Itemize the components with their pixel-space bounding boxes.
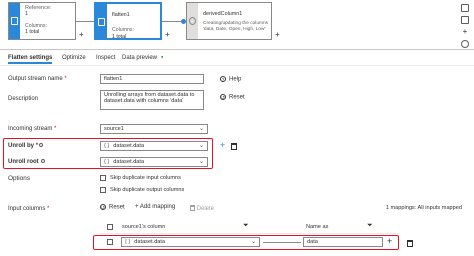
delete-unroll-icon[interactable] <box>231 143 237 150</box>
add-after-derived-icon[interactable]: + <box>275 30 280 39</box>
column-header-source: source1's column <box>122 224 166 230</box>
add-after-flatten-icon[interactable]: + <box>165 30 170 39</box>
plus-icon: + <box>135 204 139 210</box>
canvas-fit-icon[interactable] <box>461 16 469 24</box>
expression-icon: { } <box>104 143 110 149</box>
tab-inspect[interactable]: Inspect <box>96 55 115 61</box>
info-icon <box>39 143 44 147</box>
database-icon <box>11 17 18 25</box>
derived-column-node[interactable]: derivedColumn1 Creating/updating the col… <box>186 2 272 40</box>
tab-optimize[interactable]: Optimize <box>62 55 86 61</box>
column-header-name-as: Name as <box>306 224 329 230</box>
zoom-in-icon[interactable]: + <box>459 28 471 36</box>
tab-data-preview[interactable]: Data preview <box>122 55 157 61</box>
help-link[interactable]: ? Help <box>220 76 241 83</box>
skip-duplicate-output-label: Skip duplicate output columns <box>110 187 185 193</box>
info-icon <box>41 159 46 163</box>
filter-icon[interactable]: ⏷ <box>243 222 249 230</box>
skip-duplicate-input-checkbox[interactable] <box>100 175 106 181</box>
expression-icon: { } <box>125 239 131 245</box>
output-stream-input[interactable]: flatten1 <box>100 74 204 84</box>
derived-column-icon <box>189 17 196 25</box>
delete-row-icon[interactable] <box>407 240 413 247</box>
data-preview-status-dot: ● <box>161 54 164 59</box>
flatten-node[interactable]: flatten1 Columns: 1 total <box>94 2 162 40</box>
input-columns-label: Input columns * <box>8 206 50 212</box>
add-after-source-icon[interactable]: + <box>79 30 84 39</box>
derived-node-title: derivedColumn1 <box>203 11 243 17</box>
description-reset-button[interactable]: ↺ Reset <box>220 94 245 101</box>
row-checkbox[interactable] <box>107 239 113 245</box>
source-node[interactable]: Reference: 1 Columns: 1 total <box>8 2 76 40</box>
expression-icon: { } <box>104 159 110 165</box>
skip-duplicate-input-label: Skip duplicate input columns <box>110 175 181 181</box>
incoming-stream-dropdown[interactable]: source1 ⌄ <box>100 124 208 134</box>
flatten-node-title: flatten1 <box>112 12 130 18</box>
description-input[interactable]: Unrolling arrays from dataset.data to da… <box>100 90 204 110</box>
add-unroll-icon[interactable]: + <box>220 140 225 150</box>
delete-mapping-button[interactable]: Delete <box>190 204 214 212</box>
canvas-toolbar: + <box>459 4 471 52</box>
flatten-icon <box>98 18 105 26</box>
flatten-node-stripe <box>96 4 107 38</box>
chevron-down-icon: ⌄ <box>198 126 204 132</box>
unroll-by-label: Unroll by * <box>8 143 44 149</box>
derived-node-desc: Creating/updating the columns 'data, Dat… <box>203 21 269 32</box>
source-node-columns-value: 1 total <box>25 29 40 36</box>
skip-duplicate-output-checkbox[interactable] <box>100 187 106 193</box>
source-node-ref: 1 <box>25 11 28 18</box>
unroll-root-label: Unroll root <box>8 159 46 165</box>
canvas-toggle-icon[interactable] <box>461 4 469 12</box>
chevron-down-icon: ⌄ <box>198 159 204 165</box>
flatten-node-columns-value: 1 total <box>112 33 127 40</box>
output-stream-label: Output stream name * <box>8 76 67 82</box>
unroll-root-dropdown[interactable]: { } dataset.data ⌄ <box>100 157 208 167</box>
mapping-count: 1 mappings: All inputs mapped <box>385 205 462 211</box>
dataflow-graph: Reference: 1 Columns: 1 total + flatten1… <box>0 0 474 50</box>
source-node-stripe <box>9 3 20 39</box>
tab-bar: Flatten settings Optimize Inspect Data p… <box>0 53 474 66</box>
connector-line <box>76 21 94 22</box>
mapping-arrow <box>263 242 301 243</box>
chevron-down-icon: ⌄ <box>198 143 204 149</box>
grid-divider <box>100 233 400 234</box>
tab-flatten-settings[interactable]: Flatten settings <box>8 55 53 64</box>
select-all-checkbox[interactable] <box>107 224 113 230</box>
name-as-input[interactable]: data <box>303 237 383 247</box>
filter-icon[interactable]: ⏷ <box>367 222 373 230</box>
source-column-dropdown[interactable]: { } dataset.data ⌄ <box>121 237 260 247</box>
trash-icon <box>190 205 195 211</box>
add-mapping-button[interactable]: + Add mapping <box>135 204 175 210</box>
options-label: Options <box>8 175 31 182</box>
zoom-slider-handle[interactable] <box>461 40 469 48</box>
help-icon: ? <box>220 76 226 82</box>
description-label: Description <box>8 96 39 102</box>
input-columns-reset-button[interactable]: ↺ Reset <box>100 204 125 211</box>
derived-node-stripe <box>187 3 198 39</box>
chevron-down-icon: ⌄ <box>250 239 256 245</box>
incoming-stream-label: Incoming stream * <box>8 126 57 132</box>
reset-icon: ↺ <box>220 94 226 100</box>
unroll-by-dropdown[interactable]: { } dataset.data ⌄ <box>100 141 208 151</box>
add-row-icon[interactable]: + <box>387 236 392 246</box>
reset-icon: ↺ <box>100 204 106 210</box>
